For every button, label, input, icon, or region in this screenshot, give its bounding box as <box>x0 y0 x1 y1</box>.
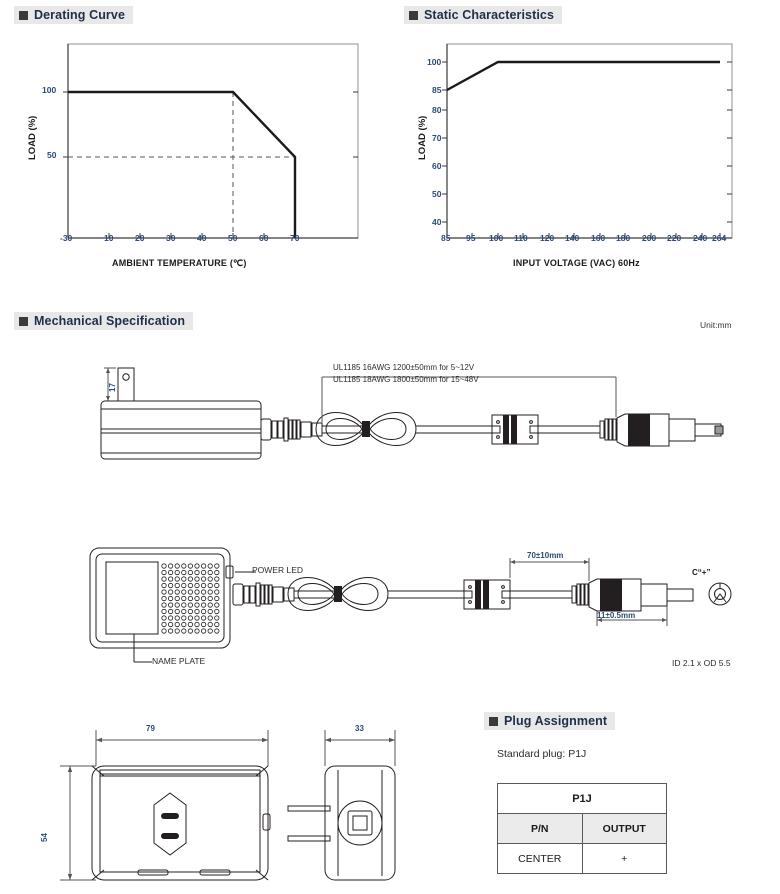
plug-model-cell: P1J <box>497 783 667 814</box>
dim-height-label: 54 <box>40 833 49 842</box>
static-ytick-50: 50 <box>432 189 442 199</box>
derating-xtick-1: 10 <box>104 233 114 243</box>
dim-depth-label: 33 <box>355 724 364 733</box>
callout-power-led: POWER LED <box>252 565 304 575</box>
static-xtick-2: 100 <box>489 233 504 243</box>
unit-note: Unit:mm <box>700 320 732 330</box>
standard-plug-label: Standard plug: P1J <box>497 748 587 760</box>
column-header-output: OUTPUT <box>581 813 667 844</box>
static-ytick-85: 85 <box>432 85 442 95</box>
static-ytick-60: 60 <box>432 161 442 171</box>
cell-pn-center: CENTER <box>497 843 583 874</box>
static-ytick-40: 40 <box>432 217 442 227</box>
derating-x-axis-title: AMBIENT TEMPERATURE (℃) <box>112 258 247 268</box>
square-bullet-icon <box>19 316 28 326</box>
plug-assignment-table-wrapper: P1J P/N OUTPUT CENTER + <box>497 783 667 874</box>
plug-assignment-table: P1J P/N OUTPUT CENTER + <box>497 783 667 874</box>
datasheet-page: Derating Curve 100 50 -30 10 20 30 40 50… <box>0 0 780 894</box>
dim-width-label: 79 <box>146 724 155 733</box>
static-xtick-8: 200 <box>642 233 657 243</box>
static-xtick-3: 110 <box>514 233 528 243</box>
table-row-headers: P/N OUTPUT <box>497 813 667 844</box>
dim-barrel-length: 11±0.5mm <box>597 611 636 620</box>
polarity-symbol-label: C“+” <box>692 568 711 577</box>
section-title-static-characteristics: Static Characteristics <box>424 8 555 22</box>
derating-xtick-2: 20 <box>135 233 145 243</box>
static-xtick-6: 160 <box>591 233 606 243</box>
section-header-mechanical-specification: Mechanical Specification <box>14 312 194 330</box>
square-bullet-icon <box>19 10 28 20</box>
static-ytick-100: 100 <box>427 57 442 67</box>
cable-spec-line-1: UL1185 16AWG 1200±50mm for 5~12V <box>333 363 475 372</box>
static-xtick-5: 140 <box>565 233 580 243</box>
static-xtick-10: 240 <box>693 233 708 243</box>
cell-output-polarity: + <box>581 843 667 874</box>
static-x-axis-title: INPUT VOLTAGE (VAC) 60Hz <box>513 258 640 268</box>
mechanical-front-view-diagram <box>89 547 732 663</box>
static-xtick-7: 180 <box>616 233 631 243</box>
static-xtick-11: 264 <box>712 233 727 243</box>
mechanical-dimension-views <box>60 730 396 881</box>
derating-xtick-4: 40 <box>197 233 207 243</box>
static-ytick-70: 70 <box>432 133 442 143</box>
dim-connector-length: 70±10mm <box>527 551 564 560</box>
derating-xtick-7: 70 <box>290 233 300 243</box>
callout-name-plate: NAME PLATE <box>152 656 206 666</box>
static-xtick-9: 220 <box>667 233 682 243</box>
derating-xtick-6: 60 <box>259 233 269 243</box>
section-title-derating-curve: Derating Curve <box>34 8 126 22</box>
cable-spec-line-2: UL1185 18AWG 1800±50mm for 15~48V <box>333 375 479 384</box>
table-row: CENTER + <box>497 843 667 874</box>
column-header-pn: P/N <box>497 813 583 844</box>
barrel-size-label: ID 2.1 x OD 5.5 <box>672 658 731 668</box>
static-xtick-1: 95 <box>466 233 476 243</box>
static-ytick-80: 80 <box>432 105 442 115</box>
derating-xtick-3: 30 <box>166 233 176 243</box>
derating-ytick-100: 100 <box>42 85 57 95</box>
section-title-plug-assignment: Plug Assignment <box>504 714 608 728</box>
section-header-static-characteristics: Static Characteristics <box>404 6 563 24</box>
derating-xtick-5: 50 <box>228 233 238 243</box>
square-bullet-icon <box>489 716 498 726</box>
static-xtick-0: 85 <box>441 233 451 243</box>
section-header-plug-assignment: Plug Assignment <box>484 712 616 730</box>
table-row-model: P1J <box>497 783 667 814</box>
static-xtick-4: 120 <box>540 233 555 243</box>
square-bullet-icon <box>409 10 418 20</box>
static-y-axis-title: LOAD (%) <box>417 115 428 160</box>
derating-y-axis-title: LOAD (%) <box>27 115 38 160</box>
derating-curve-chart <box>63 43 359 239</box>
dim-plug-height: 17 <box>108 383 117 392</box>
derating-xtick-0: -30 <box>60 233 73 243</box>
section-title-mechanical-specification: Mechanical Specification <box>34 314 186 328</box>
section-header-derating-curve: Derating Curve <box>14 6 134 24</box>
mechanical-side-view-diagram <box>100 367 724 460</box>
derating-ytick-50: 50 <box>47 150 57 160</box>
